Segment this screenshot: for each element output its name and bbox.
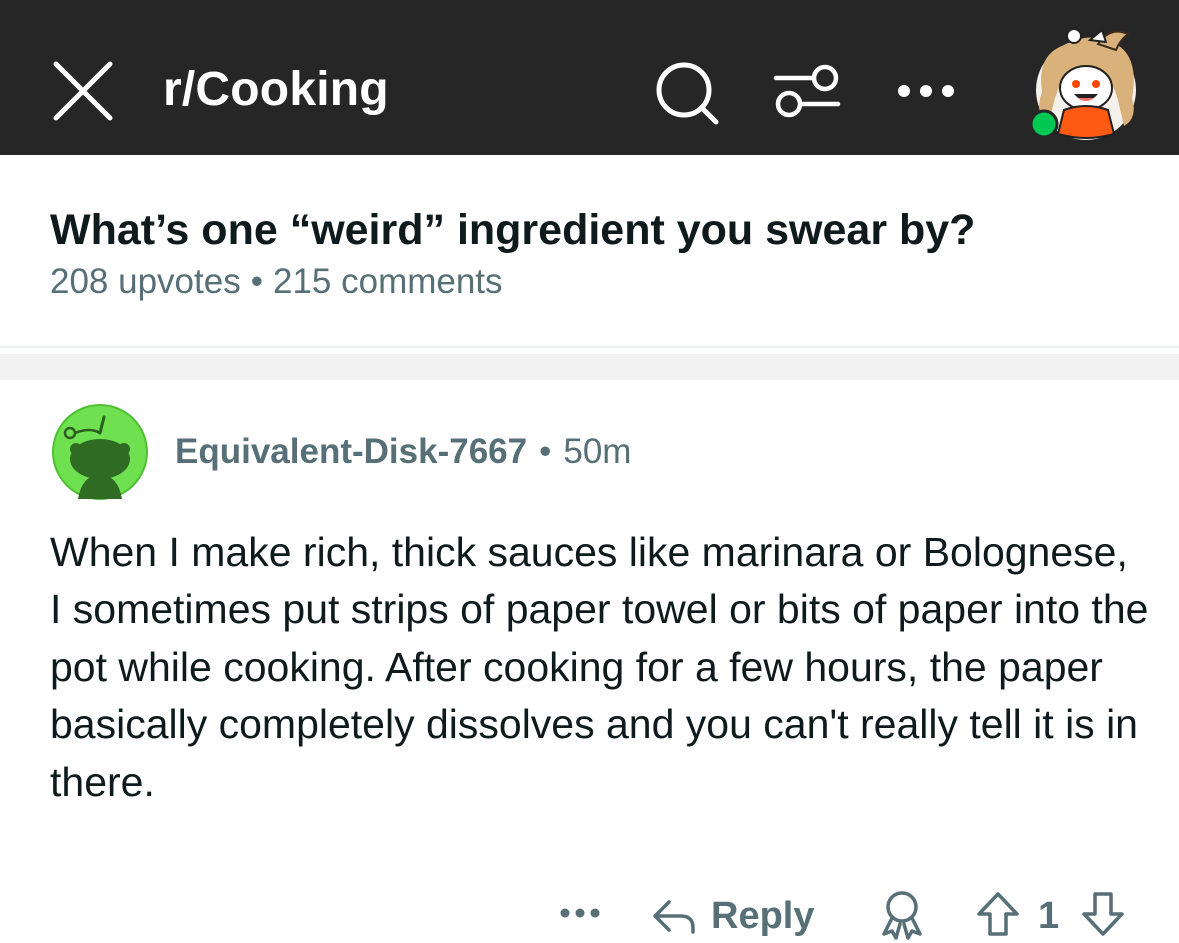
award-icon[interactable] xyxy=(878,888,926,940)
comment-author-avatar[interactable] xyxy=(48,403,152,501)
downvote-icon[interactable] xyxy=(1080,890,1126,938)
comment-author[interactable]: Equivalent-Disk-7667 xyxy=(175,432,527,471)
meta-separator: • xyxy=(539,432,552,471)
meta-separator: • xyxy=(250,262,263,301)
online-status-dot xyxy=(1029,109,1059,139)
upvote-icon[interactable] xyxy=(975,890,1021,938)
divider-line xyxy=(0,346,1179,348)
post-title[interactable]: What’s one “weird” ingredient you swear … xyxy=(50,202,1140,258)
reply-arrow-icon xyxy=(653,900,695,934)
post-meta: 208 upvotes • 215 comments xyxy=(50,262,503,302)
avatar[interactable] xyxy=(1028,22,1144,144)
close-icon[interactable] xyxy=(50,58,116,124)
vote-count: 1 xyxy=(1038,895,1060,937)
subreddit-title[interactable]: r/Cooking xyxy=(163,57,389,123)
comment-count[interactable]: 215 comments xyxy=(273,262,503,301)
reply-button[interactable]: Reply xyxy=(651,890,814,942)
more-icon[interactable] xyxy=(895,78,957,104)
comment-body: When I make rich, thick sauces like mari… xyxy=(50,529,1149,805)
top-bar: r/Cooking xyxy=(0,0,1179,155)
upvote-count: 208 upvotes xyxy=(50,262,241,301)
more-icon[interactable] xyxy=(558,898,602,928)
comment-time: 50m xyxy=(563,432,632,471)
comment-meta: Equivalent-Disk-7667 • 50m xyxy=(175,430,631,474)
section-divider xyxy=(0,354,1179,380)
reply-label: Reply xyxy=(711,894,815,937)
filter-icon[interactable] xyxy=(772,63,842,119)
search-icon[interactable] xyxy=(652,60,722,126)
